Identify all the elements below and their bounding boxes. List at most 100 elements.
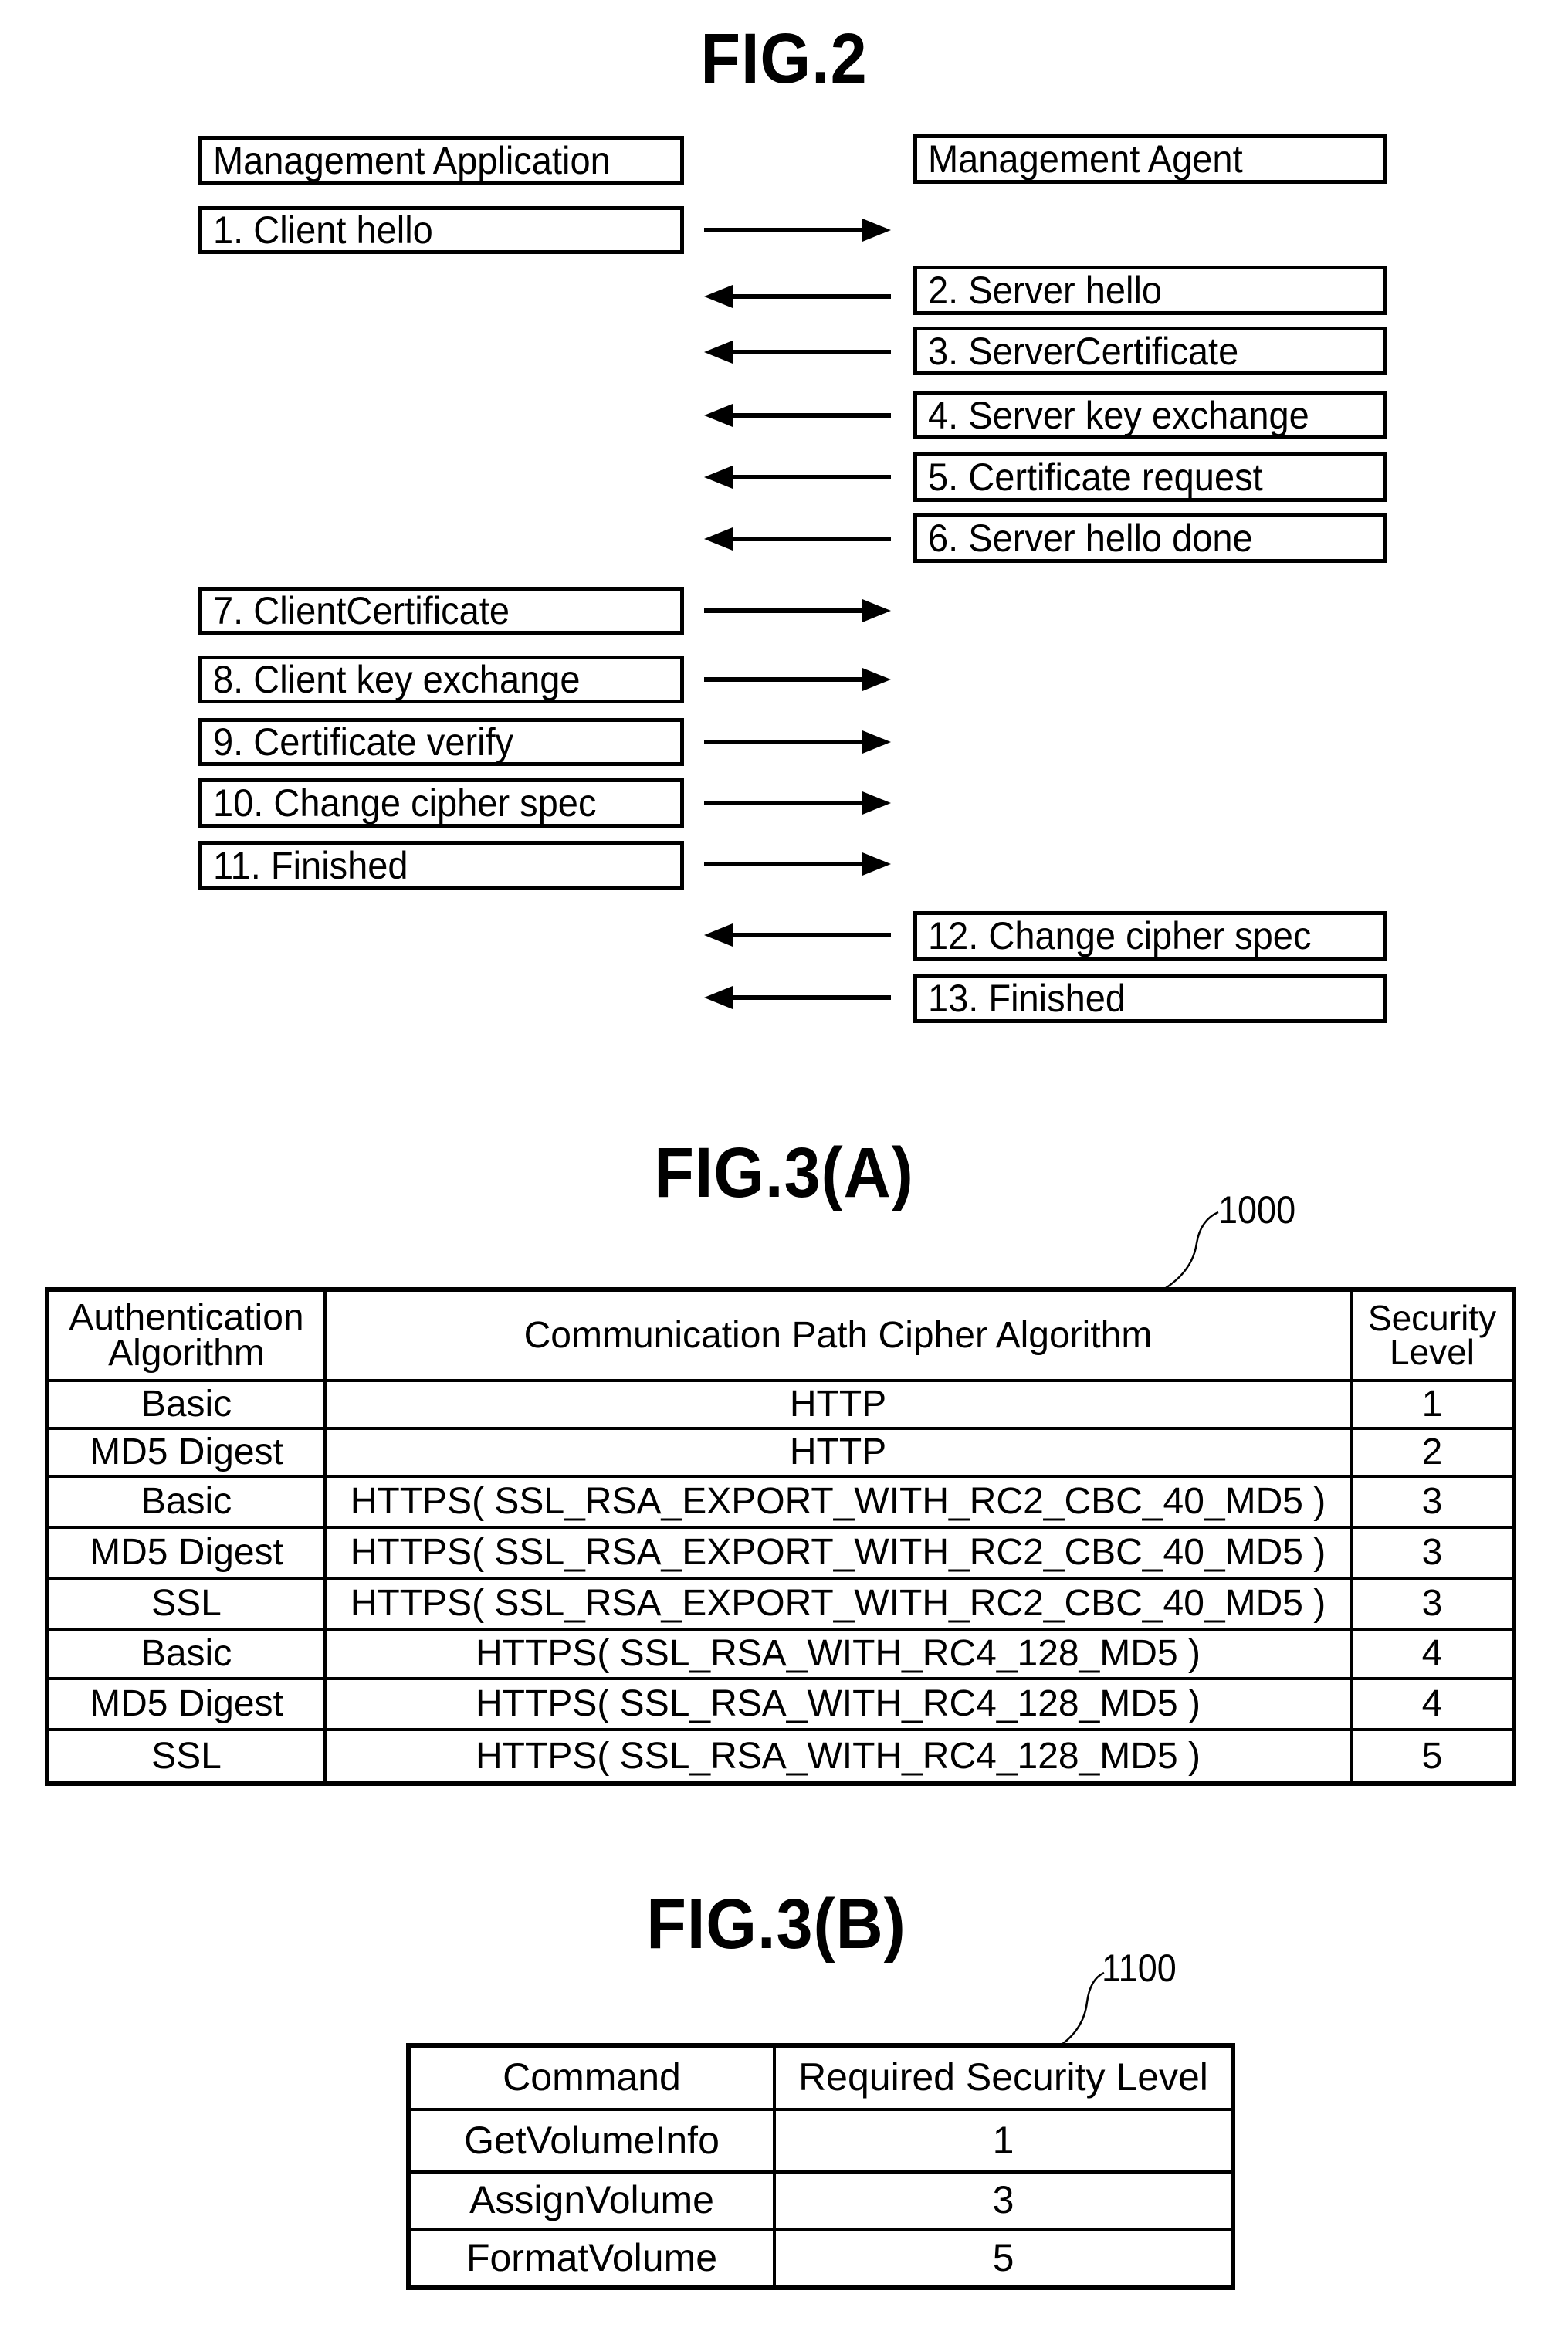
table-row: SSL HTTPS( SSL_RSA_WITH_RC4_128_MD5 ) 5: [46, 1728, 1516, 1785]
arrow-left-icon: [704, 341, 891, 364]
cell-cipher: HTTPS( SSL_RSA_WITH_RC4_128_MD5 ): [323, 1628, 1353, 1680]
arrow-right-icon: [704, 791, 891, 815]
cell-auth: SSL: [46, 1728, 327, 1785]
cell-auth: MD5 Digest: [46, 1677, 327, 1731]
message-box-client-change-cipher-spec: 10. Change cipher spec: [198, 778, 684, 828]
header-auth-line1: Authentication: [69, 1296, 304, 1338]
message-label: 6. Server hello done: [928, 517, 1253, 560]
arrow-right-icon: [704, 599, 891, 622]
fig3a-leader-line: [1165, 1211, 1219, 1289]
message-label: 5. Certificate request: [928, 456, 1263, 499]
header-security-level: Security Level: [1350, 1288, 1516, 1382]
cell-level: 3: [1350, 1526, 1516, 1580]
message-box-server-hello-done: 6. Server hello done: [913, 513, 1387, 563]
fig3b-leader-line: [1061, 1971, 1105, 2046]
table-row: AssignVolume 3: [407, 2170, 1234, 2231]
arrow-right-icon: [704, 668, 891, 691]
cell-level: 5: [1350, 1728, 1516, 1785]
arrow-left-icon: [704, 527, 891, 551]
cell-level: 1: [773, 2108, 1234, 2174]
header-sec-line2: Level: [1390, 1331, 1475, 1372]
header-auth-line2: Algorithm: [108, 1332, 265, 1374]
security-level-table: Authentication Algorithm Communication P…: [45, 1287, 1516, 1786]
message-box-server-key-exchange: 4. Server key exchange: [913, 391, 1387, 439]
cell-level: 2: [1350, 1427, 1516, 1478]
header-authentication-algorithm: Authentication Algorithm: [46, 1288, 327, 1382]
cell-level: 4: [1350, 1628, 1516, 1680]
arrow-left-icon: [704, 986, 891, 1009]
message-box-server-certificate: 3. ServerCertificate: [913, 327, 1387, 375]
header-required-security-level: Required Security Level: [773, 2044, 1234, 2111]
message-label: 13. Finished: [928, 977, 1126, 1020]
cell-cipher: HTTP: [323, 1379, 1353, 1430]
table-header-row: Command Required Security Level: [407, 2044, 1234, 2111]
header-command: Command: [407, 2044, 776, 2111]
table-row: GetVolumeInfo 1: [407, 2108, 1234, 2174]
cell-cipher: HTTPS( SSL_RSA_WITH_RC4_128_MD5 ): [323, 1677, 1353, 1731]
cell-level: 3: [773, 2170, 1234, 2231]
message-box-client-hello: 1. Client hello: [198, 206, 684, 254]
message-box-certificate-verify: 9. Certificate verify: [198, 718, 684, 766]
message-label: 8. Client key exchange: [213, 658, 581, 701]
arrow-left-icon: [704, 285, 891, 308]
table-header-row: Authentication Algorithm Communication P…: [46, 1288, 1516, 1382]
command-security-table: Command Required Security Level GetVolum…: [406, 2043, 1235, 2290]
message-box-client-finished: 11. Finished: [198, 841, 684, 890]
cell-cipher: HTTPS( SSL_RSA_EXPORT_WITH_RC2_CBC_40_MD…: [323, 1475, 1353, 1529]
arrow-left-icon: [704, 466, 891, 489]
message-label: 1. Client hello: [213, 208, 433, 252]
cell-auth: MD5 Digest: [46, 1526, 327, 1580]
cell-cipher: HTTP: [323, 1427, 1353, 1478]
message-label: 3. ServerCertificate: [928, 329, 1239, 373]
cell-auth: Basic: [46, 1475, 327, 1529]
cell-command: GetVolumeInfo: [407, 2108, 776, 2174]
table-row: FormatVolume 5: [407, 2228, 1234, 2289]
message-label: 4. Server key exchange: [928, 394, 1309, 437]
cell-level: 5: [773, 2228, 1234, 2289]
cell-level: 4: [1350, 1677, 1516, 1731]
cell-cipher: HTTPS( SSL_RSA_EXPORT_WITH_RC2_CBC_40_MD…: [323, 1526, 1353, 1580]
message-box-server-hello: 2. Server hello: [913, 266, 1387, 315]
management-application-label: Management Application: [213, 139, 611, 182]
fig3a-reference-number: 1000: [1218, 1188, 1296, 1232]
cell-level: 3: [1350, 1577, 1516, 1631]
cell-level: 1: [1350, 1379, 1516, 1430]
message-box-certificate-request: 5. Certificate request: [913, 452, 1387, 502]
table-row: Basic HTTP 1: [46, 1379, 1516, 1430]
arrow-right-icon: [704, 852, 891, 876]
header-cipher-algorithm: Communication Path Cipher Algorithm: [323, 1288, 1353, 1382]
message-label: 12. Change cipher spec: [928, 914, 1312, 957]
table-row: Basic HTTPS( SSL_RSA_EXPORT_WITH_RC2_CBC…: [46, 1475, 1516, 1529]
fig3b-reference-number: 1100: [1102, 1947, 1177, 1990]
message-box-server-finished: 13. Finished: [913, 974, 1387, 1023]
cell-command: FormatVolume: [407, 2228, 776, 2289]
cell-auth: Basic: [46, 1379, 327, 1430]
cell-command: AssignVolume: [407, 2170, 776, 2231]
message-label: 9. Certificate verify: [213, 720, 514, 764]
message-label: 7. ClientCertificate: [213, 589, 510, 632]
table-row: MD5 Digest HTTPS( SSL_RSA_EXPORT_WITH_RC…: [46, 1526, 1516, 1580]
header-sec-line1: Security: [1367, 1297, 1497, 1338]
message-label: 11. Finished: [213, 844, 408, 887]
management-agent-label: Management Agent: [928, 137, 1243, 181]
cell-auth: MD5 Digest: [46, 1427, 327, 1478]
management-agent-header: Management Agent: [913, 134, 1387, 184]
arrow-right-icon: [704, 219, 891, 242]
cell-auth: Basic: [46, 1628, 327, 1680]
message-label: 2. Server hello: [928, 269, 1163, 312]
cell-level: 3: [1350, 1475, 1516, 1529]
table-row: MD5 Digest HTTP 2: [46, 1427, 1516, 1478]
fig3b-title: FIG.3(B): [646, 1885, 906, 1964]
table-row: MD5 Digest HTTPS( SSL_RSA_WITH_RC4_128_M…: [46, 1677, 1516, 1731]
fig2-title: FIG.2: [700, 19, 868, 98]
message-box-client-key-exchange: 8. Client key exchange: [198, 656, 684, 703]
table-row: SSL HTTPS( SSL_RSA_EXPORT_WITH_RC2_CBC_4…: [46, 1577, 1516, 1631]
cell-cipher: HTTPS( SSL_RSA_EXPORT_WITH_RC2_CBC_40_MD…: [323, 1577, 1353, 1631]
message-box-client-certificate: 7. ClientCertificate: [198, 587, 684, 635]
cell-auth: SSL: [46, 1577, 327, 1631]
message-label: 10. Change cipher spec: [213, 781, 597, 825]
cell-cipher: HTTPS( SSL_RSA_WITH_RC4_128_MD5 ): [323, 1728, 1353, 1785]
management-application-header: Management Application: [198, 136, 684, 185]
arrow-right-icon: [704, 730, 891, 754]
arrow-left-icon: [704, 404, 891, 427]
